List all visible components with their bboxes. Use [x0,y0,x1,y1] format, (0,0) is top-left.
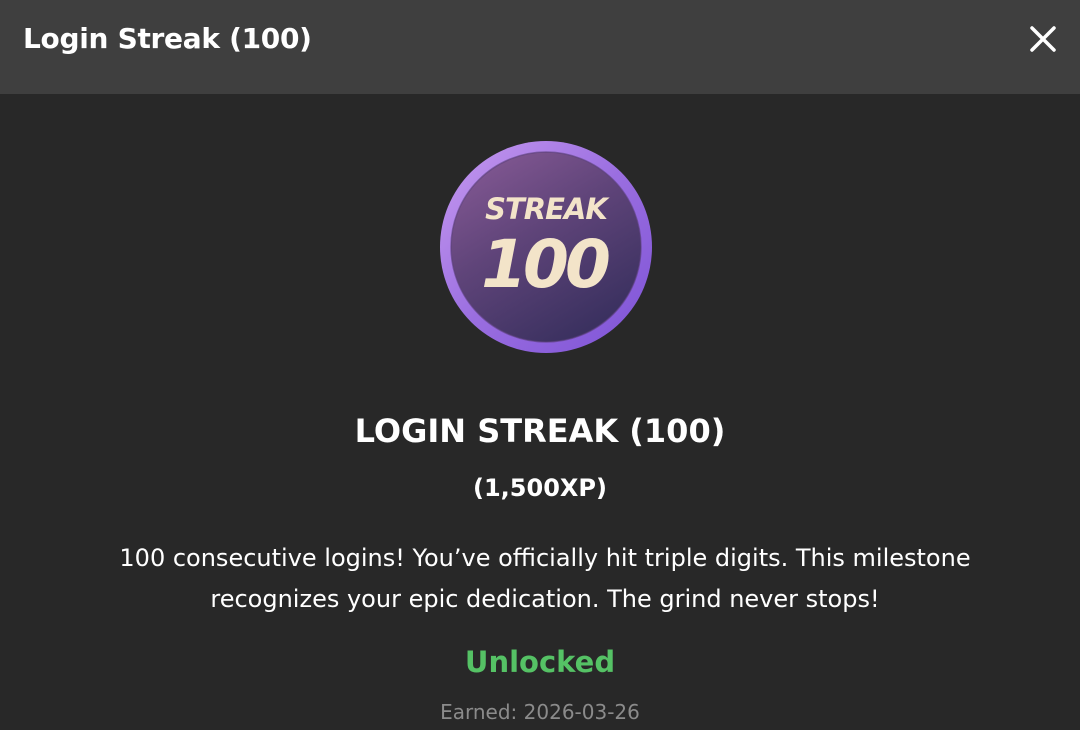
close-icon[interactable] [1024,20,1062,58]
close-button[interactable] [1024,20,1062,58]
achievement-description: 100 consecutive logins! You’ve officiall… [119,544,971,613]
status-badge: Unlocked [464,645,616,679]
earned-date: Earned: 2026-03-26 [440,700,640,724]
achievement-dialog: Login Streak (100) STREAK 100 LOGIN STRE… [0,0,1080,730]
dialog-header: Login Streak (100) [0,0,1080,94]
badge-top-text: STREAK [485,192,610,226]
streak-badge-icon: STREAK 100 [440,141,652,353]
streak-badge: STREAK 100 [438,139,654,355]
dialog-title: Login Streak (100) [23,22,312,55]
achievement-title: LOGIN STREAK (100) [354,412,726,450]
badge-number-text: 100 [481,226,609,303]
achievement-xp: (1,500XP) [473,474,607,502]
